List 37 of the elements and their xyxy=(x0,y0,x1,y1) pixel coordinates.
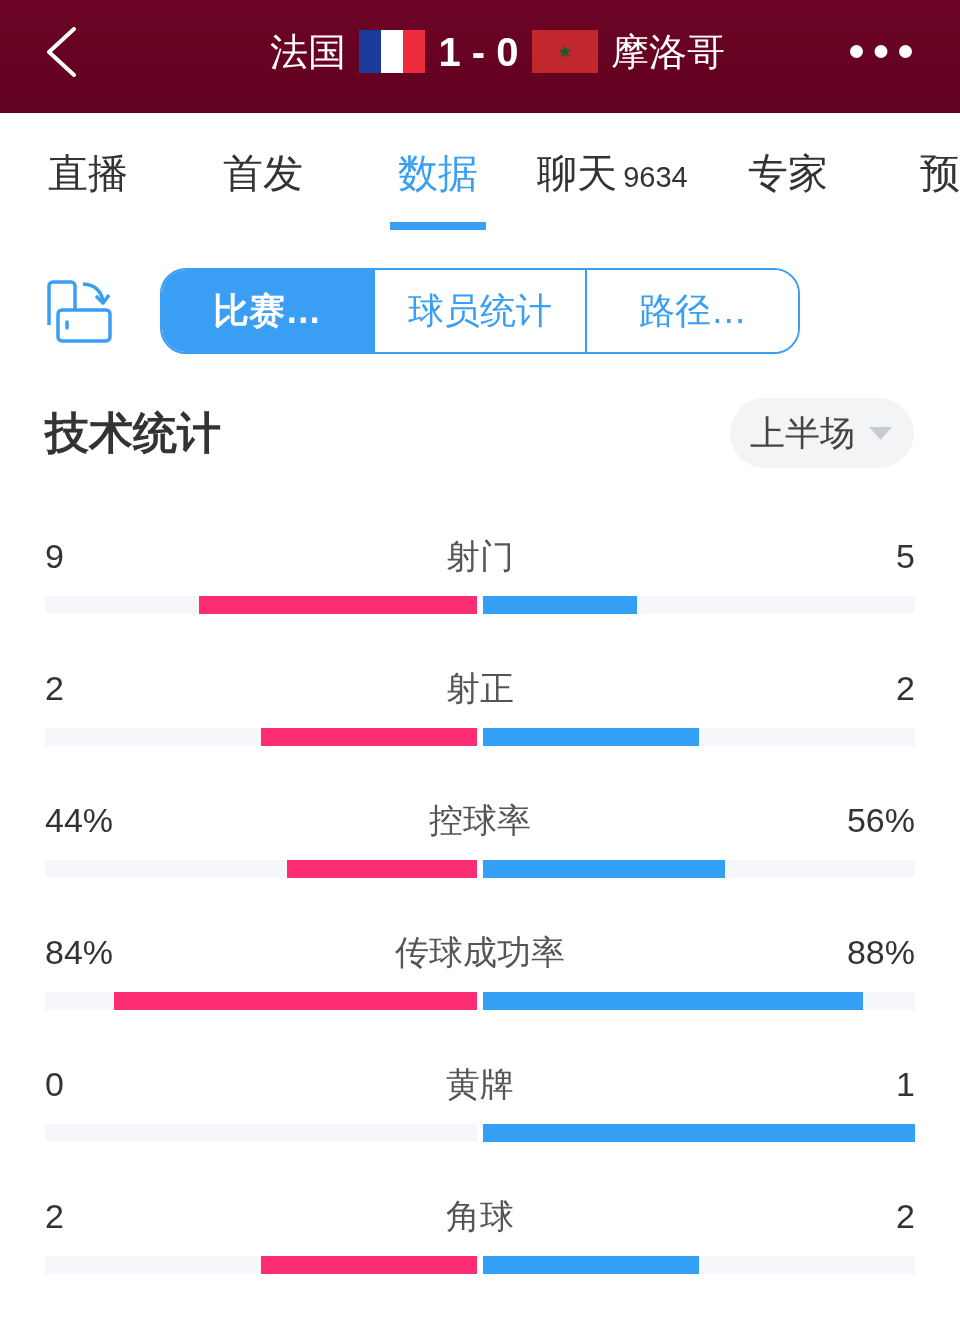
home-stat-value: 44% xyxy=(45,800,114,840)
star-flag-icon xyxy=(531,30,598,73)
match-score: 1 - 0 xyxy=(438,28,519,75)
away-stat-value: 2 xyxy=(896,1196,915,1236)
striped-flag-icon xyxy=(359,30,426,73)
nav-tab[interactable]: 专家 xyxy=(700,113,875,235)
nav-tab[interactable]: 首发 xyxy=(175,113,350,235)
stat-label: 射正 xyxy=(446,668,514,708)
away-team-name: 摩洛哥 xyxy=(610,29,725,75)
away-stat-value: 56% xyxy=(846,800,915,840)
period-dropdown[interactable]: 上半场 xyxy=(730,398,914,468)
home-stat-value: 0 xyxy=(45,1064,64,1104)
stat-label: 角球 xyxy=(446,1196,514,1236)
back-button[interactable] xyxy=(45,26,77,77)
more-icon xyxy=(850,45,912,58)
nav-tab[interactable]: 聊天 9634 xyxy=(525,113,700,235)
stat-label: 射门 xyxy=(446,536,514,576)
stat-label: 黄牌 xyxy=(446,1064,514,1104)
back-chevron-icon xyxy=(45,26,77,77)
away-stat-value: 5 xyxy=(896,536,915,576)
home-stat-value: 2 xyxy=(45,1196,64,1236)
stat-label: 传球成功率 xyxy=(395,932,565,972)
home-team-name: 法国 xyxy=(270,29,347,75)
screen-rotate-icon xyxy=(45,279,112,343)
nav-tab[interactable]: 预 xyxy=(875,113,960,235)
home-stat-value: 2 xyxy=(45,668,64,708)
nav-tab[interactable]: 直播 xyxy=(0,113,175,235)
away-stat-value: 1 xyxy=(896,1064,915,1104)
home-stat-value: 84% xyxy=(45,932,114,972)
home-stat-value: 9 xyxy=(45,536,64,576)
section-title: 技术统计 xyxy=(45,407,221,459)
caret-down-icon xyxy=(869,426,892,440)
stat-label: 控球率 xyxy=(429,800,531,840)
away-stat-value: 2 xyxy=(896,668,915,708)
period-label: 上半场 xyxy=(750,411,855,454)
away-stat-value: 88% xyxy=(846,932,915,972)
more-button[interactable] xyxy=(850,45,912,58)
